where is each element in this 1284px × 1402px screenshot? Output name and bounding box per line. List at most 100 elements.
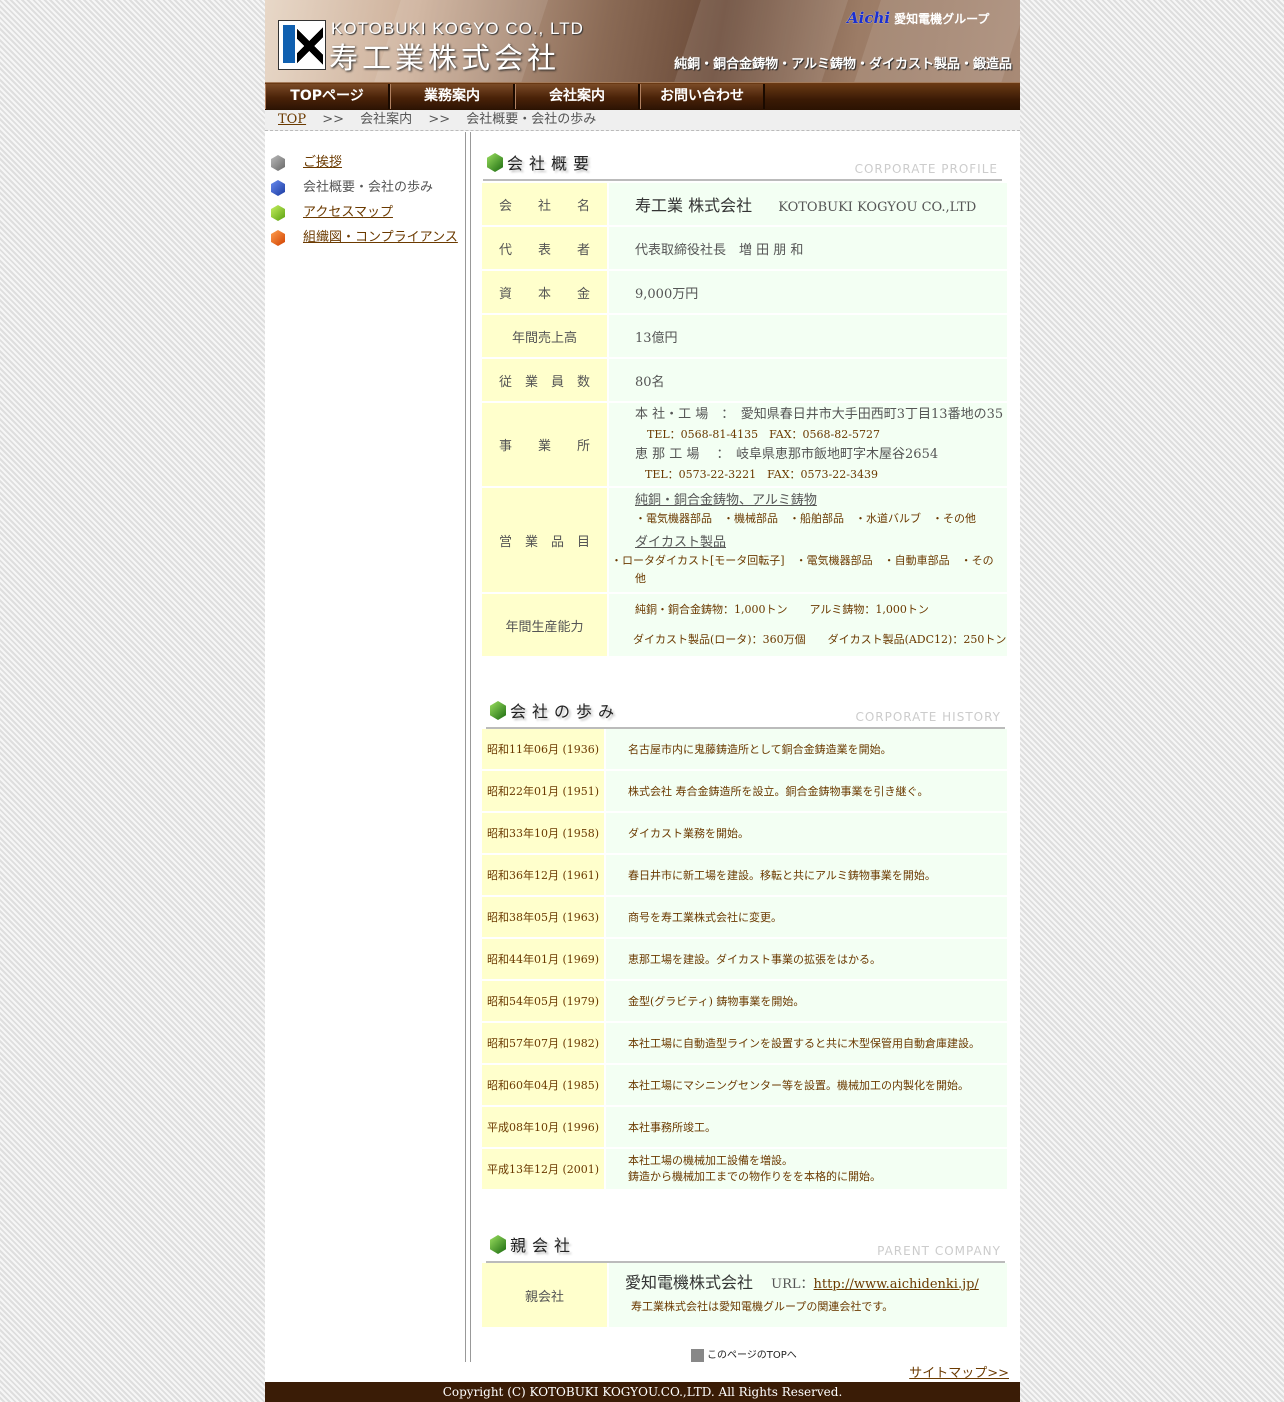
history-table: 昭和11年06月 (1936) 名古屋市内に鬼藤鋳造所として銅合金鋳造業を開始。 … xyxy=(480,727,1009,1191)
parent-table: 親会社 愛知電機株式会社 URL：http://www.aichidenki.j… xyxy=(480,1261,1009,1329)
company-name-en-value: KOTOBUKI KOGYOU CO.,LTD xyxy=(778,200,977,215)
row-value: 80名 xyxy=(609,359,1007,401)
table-row: 昭和33年10月 (1958) ダイカスト業務を開始。 xyxy=(482,813,1007,853)
company-name-jp: 寿工業株式会社 xyxy=(329,41,561,75)
orange-cube-icon xyxy=(271,230,285,246)
sidebar-item-label[interactable]: 組織図・コンプライアンス xyxy=(303,225,458,250)
history-text: 本社工場に自動造型ラインを設置すると共に木型保管用自動倉庫建設。 xyxy=(606,1023,1007,1063)
history-text: 金型(グラビティ) 鋳物事業を開始。 xyxy=(606,981,1007,1021)
history-text: 名古屋市内に鬼藤鋳造所として銅合金鋳造業を開始。 xyxy=(606,729,1007,769)
table-row: 年間売上高 13億円 xyxy=(482,315,1007,357)
table-row: 昭和54年05月 (1979) 金型(グラビティ) 鋳物事業を開始。 xyxy=(482,981,1007,1021)
row-label: 年間売上高 xyxy=(482,315,607,357)
office-head-contact: TEL：0568-81-4135 FAX：0568-82-5727 xyxy=(647,427,880,441)
column-divider xyxy=(465,132,471,1362)
profile-heading: 会社概要 CORPORATE PROFILE xyxy=(483,150,1002,184)
row-label: 親会社 xyxy=(482,1263,607,1327)
row-label: 従 業 員 数 xyxy=(482,359,607,401)
capacity-line: ダイカスト製品(ロータ)：360万個 ダイカスト製品(ADC12)：250トン xyxy=(633,633,1007,646)
breadcrumb-top-link[interactable]: TOP xyxy=(278,112,306,127)
group-name: 愛知電機グループ xyxy=(894,12,990,26)
gray-cube-icon xyxy=(271,155,285,171)
nav-company[interactable]: 会社案内 xyxy=(515,84,640,109)
history-text: 本社事務所竣工。 xyxy=(606,1107,1007,1147)
products-category-items: ・ロータダイカスト[モータ回転子] ・電気機器部品 ・自動車部品 ・その他 xyxy=(611,554,994,585)
history-text: 本社工場にマシニングセンター等を設置。機械加工の内製化を開始。 xyxy=(606,1065,1007,1105)
sidebar-item-label[interactable]: ご挨拶 xyxy=(303,150,342,175)
row-value: 13億円 xyxy=(609,315,1007,357)
history-text: 商号を寿工業株式会社に変更。 xyxy=(606,897,1007,937)
history-date: 昭和60年04月 (1985) xyxy=(482,1065,604,1105)
sidebar-item-label[interactable]: アクセスマップ xyxy=(303,200,393,225)
sidebar: ご挨拶 会社概要・会社の歩み アクセスマップ 組織図・コンプライアンス xyxy=(265,150,465,250)
header-tagline: 純銅・銅合金鋳物・アルミ鋳物・ダイカスト製品・鍛造品 xyxy=(674,57,1012,72)
nav-top[interactable]: TOPページ xyxy=(265,84,390,109)
history-text: 春日井市に新工場を建設。移転と共にアルミ鋳物事業を開始。 xyxy=(606,855,1007,895)
table-row: 昭和44年01月 (1969) 恵那工場を建設。ダイカスト事業の拡張をはかる。 xyxy=(482,939,1007,979)
table-row: 昭和60年04月 (1985) 本社工場にマシニングセンター等を設置。機械加工の内… xyxy=(482,1065,1007,1105)
history-date: 昭和44年01月 (1969) xyxy=(482,939,604,979)
nav-business[interactable]: 業務案内 xyxy=(390,84,515,109)
green-cube-icon xyxy=(490,1235,506,1254)
history-date: 昭和33年10月 (1958) xyxy=(482,813,604,853)
row-label: 営 業 品 目 xyxy=(482,488,607,592)
table-row: 平成08年10月 (1996) 本社事務所竣工。 xyxy=(482,1107,1007,1147)
history-date: 平成08年10月 (1996) xyxy=(482,1107,604,1147)
profile-title-en: CORPORATE PROFILE xyxy=(854,162,998,176)
history-text: 本社工場の機械加工設備を増設。 xyxy=(628,1154,793,1167)
footer-copyright: Copyright (C) KOTOBUKI KOGYOU.CO.,LTD. A… xyxy=(265,1382,1020,1402)
sitemap-link[interactable]: サイトマップ>> xyxy=(909,1362,1009,1381)
parent-company-name: 愛知電機株式会社 xyxy=(625,1273,754,1292)
sidebar-item-organization[interactable]: 組織図・コンプライアンス xyxy=(265,225,465,250)
table-row: 代 表 者 代表取締役社長 増 田 朋 和 xyxy=(482,227,1007,269)
history-text: 株式会社 寿合金鋳造所を設立。銅合金鋳物事業を引き継ぐ。 xyxy=(606,771,1007,811)
table-row: 昭和57年07月 (1982) 本社工場に自動造型ラインを設置すると共に木型保管用… xyxy=(482,1023,1007,1063)
office-head: 本 社・工 場 ： 愛知県春日井市大手田西町3丁目13番地の35 xyxy=(635,406,1004,422)
green-cube-icon xyxy=(487,153,503,172)
table-row: 昭和36年12月 (1961) 春日井市に新工場を建設。移転と共にアルミ鋳物事業を… xyxy=(482,855,1007,895)
breadcrumb: TOP >> 会社案内 >> 会社概要・会社の歩み xyxy=(265,110,1020,131)
table-row: 従 業 員 数 80名 xyxy=(482,359,1007,401)
history-date: 昭和57年07月 (1982) xyxy=(482,1023,604,1063)
sidebar-item-access[interactable]: アクセスマップ xyxy=(265,200,465,225)
sidebar-item-greeting[interactable]: ご挨拶 xyxy=(265,150,465,175)
row-label: 事 業 所 xyxy=(482,403,607,486)
products-category-items: ・電気機器部品 ・機械部品 ・船舶部品 ・水道バルブ ・その他 xyxy=(635,512,976,525)
url-label: URL： xyxy=(771,1277,814,1292)
row-label: 資 本 金 xyxy=(482,271,607,313)
parent-title: 親会社 xyxy=(510,1236,577,1255)
arrow-up-icon xyxy=(691,1348,704,1362)
page-top-link[interactable]: このページのTOPへ xyxy=(691,1346,797,1362)
history-date: 昭和36年12月 (1961) xyxy=(482,855,604,895)
table-row: 平成13年12月 (2001) 本社工場の機械加工設備を増設。 鋳造から機械加工ま… xyxy=(482,1149,1007,1189)
page-top-label: このページのTOPへ xyxy=(707,1350,797,1361)
history-date: 昭和38年05月 (1963) xyxy=(482,897,604,937)
parent-url-link[interactable]: http://www.aichidenki.jp/ xyxy=(814,1277,979,1292)
aichi-logo: Aichi xyxy=(847,9,891,27)
profile-title: 会社概要 xyxy=(507,154,596,173)
blue-cube-icon xyxy=(271,180,285,196)
parent-title-en: PARENT COMPANY xyxy=(877,1244,1001,1258)
row-label: 代 表 者 xyxy=(482,227,607,269)
table-row: 年間生産能力 純銅・銅合金鋳物：1,000トン アルミ鋳物：1,000トン ダイ… xyxy=(482,594,1007,656)
history-date: 昭和11年06月 (1936) xyxy=(482,729,604,769)
row-label: 年間生産能力 xyxy=(482,594,607,656)
table-row: 資 本 金 9,000万円 xyxy=(482,271,1007,313)
products-category-link[interactable]: ダイカスト製品 xyxy=(635,535,726,550)
history-text: ダイカスト業務を開始。 xyxy=(606,813,1007,853)
history-date: 平成13年12月 (2001) xyxy=(482,1149,604,1189)
company-name-value: 寿工業 株式会社 xyxy=(635,196,753,215)
table-row: 昭和11年06月 (1936) 名古屋市内に鬼藤鋳造所として銅合金鋳造業を開始。 xyxy=(482,729,1007,769)
office-ena: 恵 那 工 場 ： 岐阜県恵那市飯地町字木屋谷2654 xyxy=(635,446,939,462)
table-row: 事 業 所 本 社・工 場 ： 愛知県春日井市大手田西町3丁目13番地の35 T… xyxy=(482,403,1007,486)
sidebar-item-label: 会社概要・会社の歩み xyxy=(303,180,434,195)
history-title: 会社の歩み xyxy=(510,702,621,721)
table-row: 昭和22年01月 (1951) 株式会社 寿合金鋳造所を設立。銅合金鋳物事業を引き… xyxy=(482,771,1007,811)
history-date: 昭和22年01月 (1951) xyxy=(482,771,604,811)
company-logo-icon[interactable] xyxy=(278,20,326,70)
capacity-line: 純銅・銅合金鋳物：1,000トン アルミ鋳物：1,000トン xyxy=(635,603,929,616)
products-category-link[interactable]: 純銅・銅合金鋳物、アルミ鋳物 xyxy=(635,493,817,508)
breadcrumb-separator: >> xyxy=(428,112,451,127)
table-row: 営 業 品 目 純銅・銅合金鋳物、アルミ鋳物 ・電気機器部品 ・機械部品 ・船舶… xyxy=(482,488,1007,592)
nav-contact[interactable]: お問い合わせ xyxy=(640,84,765,109)
